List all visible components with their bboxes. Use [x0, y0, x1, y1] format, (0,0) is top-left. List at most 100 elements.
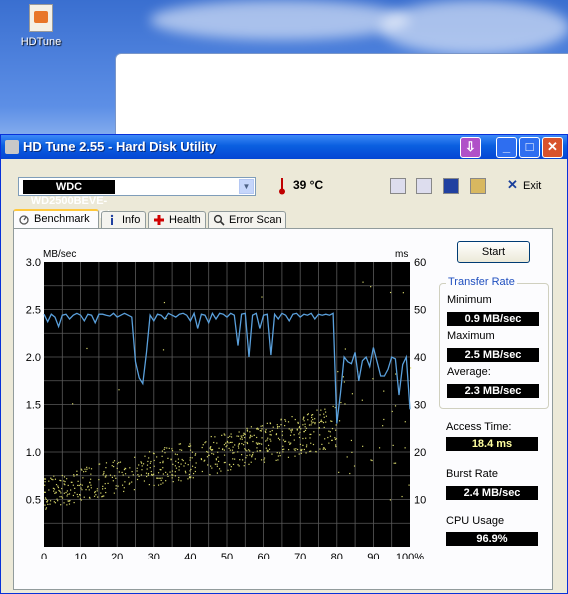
- access-time-point: [270, 434, 272, 436]
- access-time-point: [242, 434, 244, 437]
- tab-label: Benchmark: [34, 213, 90, 225]
- access-time-point: [55, 484, 58, 486]
- access-time-point: [322, 421, 325, 424]
- access-time-point: [59, 496, 61, 498]
- access-time-point: [320, 409, 322, 411]
- cpu-usage-label: CPU Usage: [446, 515, 505, 527]
- access-time-point: [66, 478, 68, 480]
- access-time-point: [213, 441, 215, 444]
- access-time-point: [261, 425, 264, 427]
- access-time-point: [50, 477, 52, 479]
- access-time-point: [249, 434, 252, 436]
- access-time-point: [263, 459, 265, 461]
- access-time-value: 18.4 ms: [446, 437, 538, 451]
- access-time-point: [86, 468, 88, 470]
- access-time-point: [54, 492, 56, 494]
- access-time-point: [57, 486, 60, 489]
- save-icon[interactable]: [443, 178, 459, 194]
- access-time-point: [166, 447, 168, 449]
- download-button[interactable]: ⇩: [460, 137, 481, 158]
- desktop-icon-hdtune[interactable]: HDTune: [18, 4, 64, 48]
- access-time-point: [269, 434, 271, 436]
- benchmark-chart: 0 10 20 30 40 50 60 70 80 90 100% 0.5 1.0 1.5 2.0 2.5 3.…: [26, 249, 427, 559]
- access-time-point: [161, 477, 163, 479]
- access-time-point: [335, 445, 337, 448]
- tab-info[interactable]: Info: [101, 211, 146, 229]
- access-time-point: [335, 429, 337, 431]
- access-time-point: [245, 457, 247, 459]
- access-time-point: [389, 499, 392, 501]
- exit-button[interactable]: ✕ Exit: [501, 176, 553, 196]
- tab-benchmark[interactable]: Benchmark: [13, 209, 99, 230]
- access-time-point: [61, 487, 63, 490]
- access-time-point: [296, 448, 299, 451]
- access-time-point: [191, 451, 194, 453]
- drive-select[interactable]: WDC WD2500BEVE-00WZT (250 GB) ▼: [18, 177, 256, 221]
- access-time-point: [72, 484, 74, 486]
- access-time-point: [298, 426, 301, 428]
- window-title: HD Tune 2.55 - Hard Disk Utility: [23, 139, 217, 154]
- access-time-point: [138, 464, 140, 466]
- access-time-point: [351, 451, 353, 453]
- access-time-point: [382, 425, 384, 427]
- tab-health[interactable]: Health: [148, 211, 206, 229]
- close-button[interactable]: ✕: [542, 137, 563, 158]
- access-time-point: [171, 470, 173, 472]
- access-time-point: [288, 441, 290, 443]
- access-time-point: [270, 440, 272, 442]
- info-icon: [110, 214, 114, 225]
- access-time-point: [248, 463, 250, 465]
- maximize-button[interactable]: □: [519, 137, 540, 158]
- access-time-point: [220, 470, 222, 472]
- access-time-point: [320, 420, 322, 423]
- access-time-point: [278, 425, 280, 428]
- access-time-point: [49, 503, 51, 505]
- start-button[interactable]: Start: [457, 241, 530, 263]
- access-time-point: [141, 465, 143, 467]
- access-time-point: [107, 482, 109, 485]
- access-time-point: [189, 476, 191, 478]
- access-time-point: [225, 442, 227, 444]
- title-bar[interactable]: HD Tune 2.55 - Hard Disk Utility ⇩ _ □ ✕: [1, 135, 567, 159]
- access-time-point: [331, 427, 334, 430]
- access-time-point: [237, 451, 239, 453]
- options-icon[interactable]: [470, 178, 486, 194]
- access-time-point: [239, 459, 241, 461]
- copy-screenshot-icon[interactable]: [416, 178, 432, 194]
- exit-x-icon: ✕: [507, 177, 518, 192]
- access-time-point: [183, 465, 185, 467]
- access-time-point: [300, 428, 302, 430]
- access-time-point: [229, 441, 232, 444]
- access-time-point: [56, 498, 58, 500]
- chevron-down-icon[interactable]: ▼: [239, 179, 254, 194]
- access-time-point: [118, 471, 120, 473]
- access-time-point: [251, 435, 253, 437]
- access-time-point: [323, 447, 325, 449]
- access-time-point: [103, 495, 105, 497]
- copy-text-icon[interactable]: [390, 178, 406, 194]
- access-time-point: [164, 447, 166, 449]
- access-time-point: [53, 490, 55, 492]
- access-time-point: [288, 428, 290, 430]
- access-time-point: [401, 495, 403, 498]
- tab-error-scan[interactable]: Error Scan: [208, 211, 286, 229]
- access-time-point: [303, 420, 305, 422]
- access-time-point: [265, 447, 267, 449]
- access-time-point: [188, 445, 191, 448]
- access-time-point: [312, 414, 314, 416]
- access-time-point: [102, 485, 104, 487]
- access-time-point: [276, 424, 278, 426]
- access-time-point: [194, 466, 196, 469]
- y2-tick-label: 60: [414, 257, 426, 269]
- minimize-button[interactable]: _: [496, 137, 517, 158]
- access-time-point: [408, 484, 410, 486]
- access-time-point: [77, 496, 79, 498]
- access-time-point: [88, 489, 90, 491]
- access-time-point: [44, 497, 47, 499]
- access-time-point: [267, 437, 269, 439]
- access-time-point: [177, 462, 179, 464]
- access-time-point: [44, 481, 46, 483]
- access-time-point: [272, 426, 274, 428]
- access-time-point: [49, 500, 52, 502]
- access-time-point: [105, 467, 107, 469]
